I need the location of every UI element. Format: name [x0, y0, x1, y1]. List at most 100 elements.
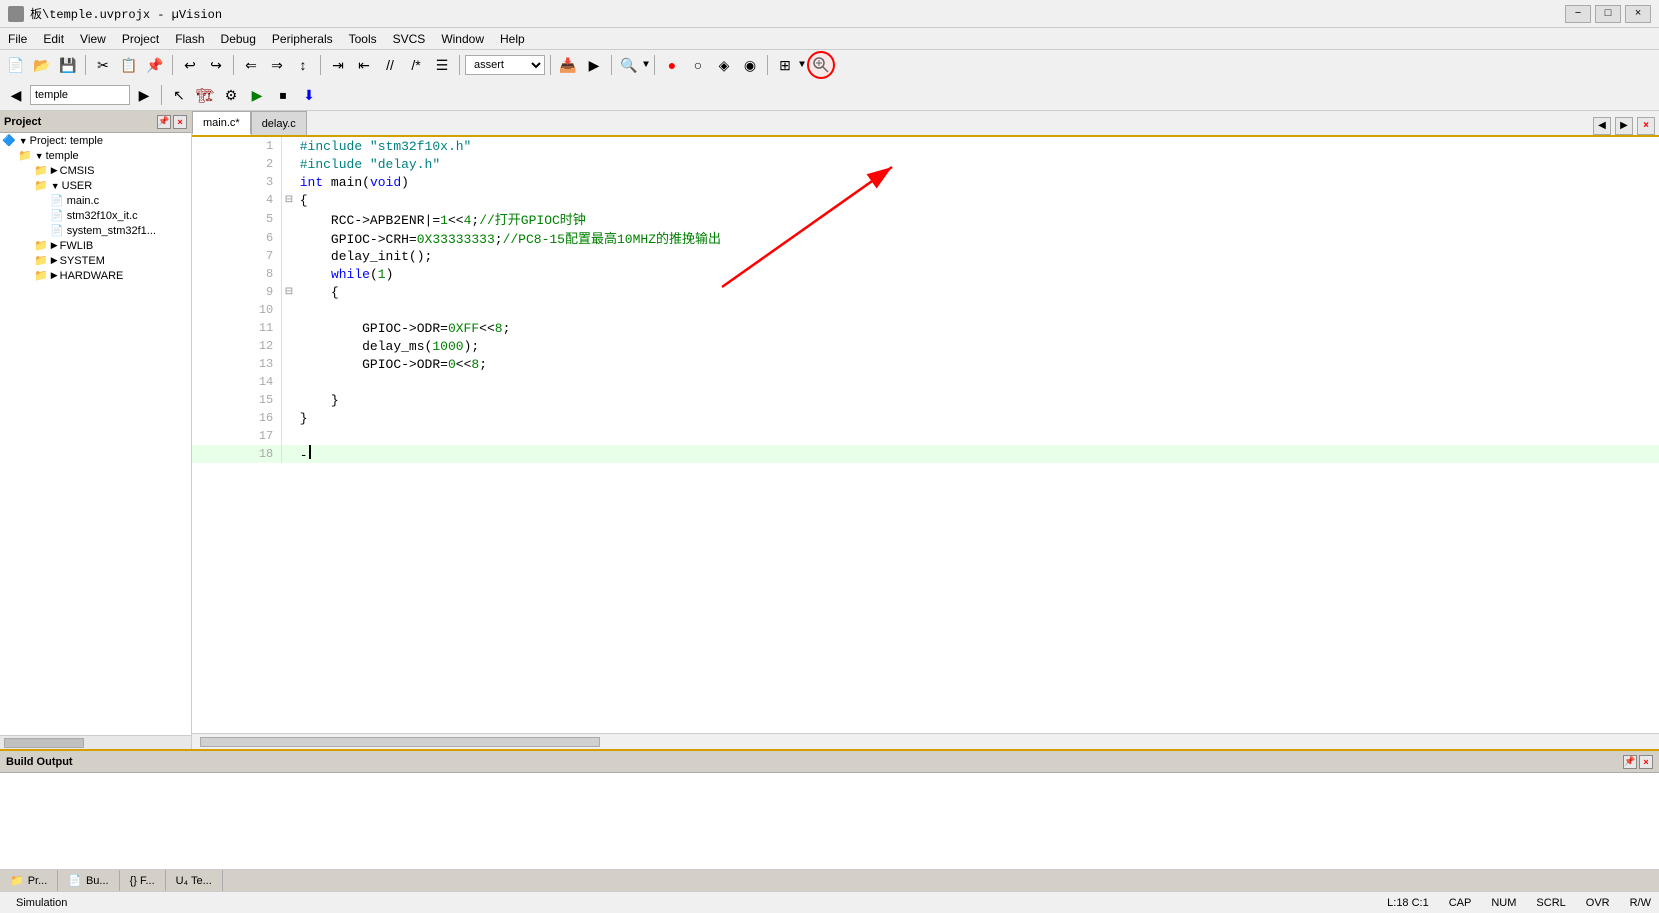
bottom-tab-templates[interactable]: U₄ Te...	[166, 870, 223, 891]
line-content-3: int main(void)	[296, 173, 1659, 191]
bottom-tab-functions[interactable]: {} F...	[120, 870, 166, 891]
open-button[interactable]: 📂	[30, 53, 54, 77]
cursor-tool[interactable]: ↖	[167, 83, 191, 107]
tabs-close-button[interactable]: ×	[1637, 117, 1655, 135]
temple-toggle[interactable]: ▼	[35, 151, 44, 161]
tree-item-user[interactable]: 📁 ▼ USER	[0, 178, 191, 193]
menu-debug[interactable]: Debug	[213, 28, 264, 49]
code-line-13: 13 GPIOC->ODR=0<<8;	[192, 355, 1659, 373]
new-button[interactable]: 📄	[4, 53, 28, 77]
stop-build[interactable]: ⏹	[271, 83, 295, 107]
bottom-tab-project[interactable]: 📁 Pr...	[0, 870, 58, 891]
view-mode-button[interactable]: ⊞	[773, 53, 797, 77]
indent-button[interactable]: ⇥	[326, 53, 350, 77]
download-flash[interactable]: ⬇	[297, 83, 321, 107]
fwlib-toggle[interactable]: ▶	[51, 240, 58, 251]
menu-peripherals[interactable]: Peripherals	[264, 28, 341, 49]
save-button[interactable]: 💾	[56, 53, 80, 77]
line-content-13: GPIOC->ODR=0<<8;	[296, 355, 1659, 373]
tree-item-temple[interactable]: 📁 ▼ temple	[0, 148, 191, 163]
minimize-button[interactable]: −	[1565, 5, 1591, 23]
tab-delay-c[interactable]: delay.c	[251, 111, 307, 135]
cut-button[interactable]: ✂	[91, 53, 115, 77]
project-panel-hscroll[interactable]	[0, 735, 191, 749]
forward-button[interactable]: ⇒	[265, 53, 289, 77]
hardware-label: HARDWARE	[60, 270, 124, 282]
project-toggle[interactable]: ▼	[19, 136, 28, 146]
load-button[interactable]: 📥	[556, 53, 580, 77]
listbox-button[interactable]: ☰	[430, 53, 454, 77]
line-content-12: delay_ms(1000);	[296, 337, 1659, 355]
tabs-right-button[interactable]: ▶	[1615, 117, 1633, 135]
menu-tools[interactable]: Tools	[341, 28, 385, 49]
breakpoint-wave[interactable]: ◉	[738, 53, 762, 77]
bottom-tab-build[interactable]: 📄 Bu...	[58, 870, 119, 891]
build-target-prev[interactable]: ◀	[4, 83, 28, 107]
bottom-panel-pin[interactable]: 📌	[1623, 755, 1637, 769]
breakpoint-button[interactable]: ●	[660, 53, 684, 77]
line-num-15: 15	[192, 391, 282, 409]
redo-button[interactable]: ↪	[204, 53, 228, 77]
clean-target[interactable]: ▶	[245, 83, 269, 107]
tab-main-c[interactable]: main.c*	[192, 111, 251, 135]
bottom-tab-build-icon: 📄	[68, 874, 82, 887]
undo-button[interactable]: ↩	[178, 53, 202, 77]
system-folder-toggle[interactable]: ▶	[51, 255, 58, 266]
editor-tabs-end: ◀ ▶ ×	[1593, 117, 1659, 135]
separator-5	[459, 55, 460, 75]
tree-item-cmsis[interactable]: 📁 ▶ CMSIS	[0, 163, 191, 178]
line-fold-10	[282, 301, 296, 319]
code-line-5: 5 RCC->APB2ENR|=1<<4;//打开GPIOC时钟	[192, 209, 1659, 228]
window-controls: − □ ×	[1565, 5, 1651, 23]
uncomment-button[interactable]: /*	[404, 53, 428, 77]
menu-svcs[interactable]: SVCS	[385, 28, 434, 49]
target-name-input[interactable]	[30, 85, 130, 105]
nav-button[interactable]: ↕	[291, 53, 315, 77]
debug-go-button[interactable]: ▶	[582, 53, 606, 77]
menu-project[interactable]: Project	[114, 28, 167, 49]
build-all[interactable]: 🏗	[193, 83, 217, 107]
user-toggle[interactable]: ▼	[51, 181, 60, 191]
code-editor[interactable]: 1 #include "stm32f10x.h" 2 #include "del…	[192, 137, 1659, 733]
batch-build[interactable]: ⚙	[219, 83, 243, 107]
tree-item-system[interactable]: 📄 system_stm32f1...	[0, 223, 191, 238]
back-button[interactable]: ⇐	[239, 53, 263, 77]
project-label: Project: temple	[30, 135, 103, 147]
comment-button[interactable]: //	[378, 53, 402, 77]
tree-item-fwlib[interactable]: 📁 ▶ FWLIB	[0, 238, 191, 253]
panel-close-button[interactable]: ×	[173, 115, 187, 129]
editor-hscroll[interactable]	[192, 733, 1659, 749]
close-button[interactable]: ×	[1625, 5, 1651, 23]
cmsis-toggle[interactable]: ▶	[51, 165, 58, 176]
assert-dropdown[interactable]: assert	[465, 55, 545, 75]
menu-help[interactable]: Help	[492, 28, 533, 49]
menu-window[interactable]: Window	[433, 28, 492, 49]
build-target-next[interactable]: ▶	[132, 83, 156, 107]
menu-edit[interactable]: Edit	[35, 28, 72, 49]
tree-item-main-c[interactable]: 📄 main.c	[0, 193, 191, 208]
hardware-toggle[interactable]: ▶	[51, 270, 58, 281]
tree-item-project[interactable]: 🔷 ▼ Project: temple	[0, 133, 191, 148]
tabs-left-button[interactable]: ◀	[1593, 117, 1611, 135]
maximize-button[interactable]: □	[1595, 5, 1621, 23]
status-scrl: SCRL	[1536, 897, 1565, 909]
magnifier-button[interactable]	[807, 51, 835, 79]
menu-flash[interactable]: Flash	[167, 28, 212, 49]
outdent-button[interactable]: ⇤	[352, 53, 376, 77]
tree-item-hardware[interactable]: 📁 ▶ HARDWARE	[0, 268, 191, 283]
find-button[interactable]: 🔍	[617, 53, 641, 77]
copy-button[interactable]: 📋	[117, 53, 141, 77]
tree-item-system-folder[interactable]: 📁 ▶ SYSTEM	[0, 253, 191, 268]
bottom-panel: Build Output 📌 ×	[0, 749, 1659, 869]
line-num-17: 17	[192, 427, 282, 445]
panel-pin-button[interactable]: 📌	[157, 115, 171, 129]
tree-item-stm32-it[interactable]: 📄 stm32f10x_it.c	[0, 208, 191, 223]
menu-file[interactable]: File	[0, 28, 35, 49]
view-mode-dropdown[interactable]: ▼	[799, 60, 805, 71]
find-dropdown[interactable]: ▼	[643, 60, 649, 71]
menu-view[interactable]: View	[72, 28, 114, 49]
paste-button[interactable]: 📌	[143, 53, 167, 77]
breakpoint-kill[interactable]: ◈	[712, 53, 736, 77]
breakpoint-enable[interactable]: ○	[686, 53, 710, 77]
bottom-panel-close[interactable]: ×	[1639, 755, 1653, 769]
